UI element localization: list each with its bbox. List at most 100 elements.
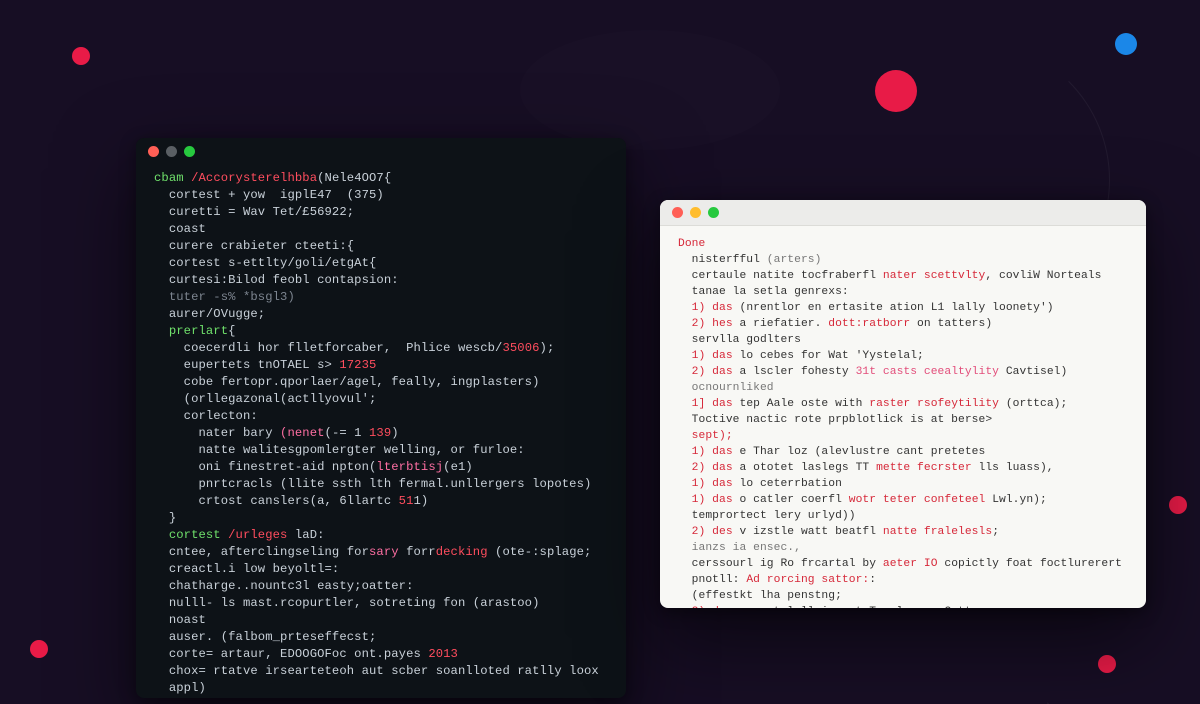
editor-body: cbam /Accorysterelhbba(Nele4OO7{ cortest…: [136, 164, 626, 698]
code-line: 1) das lo ceterrbation: [678, 476, 1130, 492]
code-token: Ad rorcing sattor:: [746, 574, 869, 586]
code-token: cbam: [154, 171, 191, 185]
code-token: cobe fertopr.qporlaer/agel, feally, ingp…: [184, 375, 540, 389]
code-line: curere crabieter cteeti:{: [154, 238, 608, 255]
code-token: 139: [369, 426, 391, 440]
code-token: (effestkt lha penstng;: [692, 590, 842, 602]
code-token: cortest + yow igplE47 (375): [169, 188, 384, 202]
code-token: curetti = Wav Tet/£56922;: [169, 205, 354, 219]
code-token: lo cebes for Wat 'Yystelal;: [739, 350, 923, 362]
decorative-dot: [72, 47, 90, 65]
code-token: (e1): [443, 460, 473, 474]
code-token: (-= 1: [325, 426, 369, 440]
code-token: 1) das: [692, 478, 740, 490]
code-token: 2) das: [692, 606, 740, 608]
code-token: a ototet laslegs TT: [739, 462, 876, 474]
terminal-window: Done nisterfful (arters) certaule natite…: [660, 200, 1146, 608]
code-token: ;: [992, 526, 999, 538]
code-line: 2) das a lscler fohesty 31t casts ceealt…: [678, 364, 1130, 380]
code-token: a rnetclallvi waat Tercleprr: Cotter: [739, 606, 985, 608]
decorative-dot: [1115, 33, 1137, 55]
code-token: tep Aale oste with: [739, 398, 869, 410]
code-line: temprortect lery urlyd)): [678, 508, 1130, 524]
code-token: e Thar loz (alevlustre cant pretetes: [739, 446, 985, 458]
code-line: cobe fertopr.qporlaer/agel, feally, ingp…: [154, 374, 608, 391]
code-line: 1) das (nrentlor en ertasite ation L1 la…: [678, 300, 1130, 316]
code-token: 31t casts ceealtylity: [856, 366, 999, 378]
code-token: 2) das: [692, 366, 740, 378]
code-token: (arters): [767, 254, 822, 266]
code-token: 35006: [502, 341, 539, 355]
code-token: nisterfful: [692, 254, 767, 266]
code-line: Toctive nactic rote prpblotlick is at be…: [678, 412, 1130, 428]
decorative-dot: [30, 640, 48, 658]
code-line: chox= rtatve irsearteteoh aut scber soan…: [154, 663, 608, 680]
code-token: (Nele4OO7{: [317, 171, 391, 185]
code-token: cortest: [169, 528, 228, 542]
code-token: appl): [169, 681, 206, 695]
code-line: 2) hes a riefatier. dott:ratborr on tatt…: [678, 316, 1130, 332]
code-token: 51: [399, 494, 414, 508]
code-line: creactl.i low beyoltl=:: [154, 561, 608, 578]
code-token: pnotll:: [692, 574, 747, 586]
code-token: laD:: [287, 528, 324, 542]
code-token: corte= artaur, EDOOGOFoc ont.payes: [169, 647, 428, 661]
code-token: creactl.i low beyoltl=:: [169, 562, 340, 576]
code-line: curetti = Wav Tet/£56922;: [154, 204, 608, 221]
code-token: 2) des: [692, 526, 740, 538]
code-token: coast: [169, 222, 206, 236]
code-line: nisterfful (arters): [678, 252, 1130, 268]
close-icon[interactable]: [672, 207, 683, 218]
code-line: tanae la setla genrexs:: [678, 284, 1130, 300]
code-token: cerssourl ig Ro frcartal by: [692, 558, 883, 570]
code-line: pnotll: Ad rorcing sattor::: [678, 572, 1130, 588]
code-token: aeter IO: [883, 558, 938, 570]
code-token: coecerdli hor flletforcaber, Phlice wesc…: [184, 341, 503, 355]
code-token: crtost canslers(a, 6llartc: [198, 494, 398, 508]
code-line: coast: [154, 221, 608, 238]
maximize-icon[interactable]: [184, 146, 195, 157]
code-line: 1) das o catler coerfl wotr teter confet…: [678, 492, 1130, 508]
code-token: (ote-:splage;: [488, 545, 592, 559]
code-token: auser. (falbom_prteseffecst;: [169, 630, 377, 644]
code-token: ): [391, 426, 398, 440]
code-token: lterbtisj: [376, 460, 443, 474]
code-token: (nrentlor en ertasite ation L1 lally loo…: [739, 302, 1053, 314]
code-line: 1] das tep Aale oste with raster rsofeyt…: [678, 396, 1130, 412]
close-icon[interactable]: [148, 146, 159, 157]
minimize-icon[interactable]: [690, 207, 701, 218]
code-token: wotr teter confeteel: [849, 494, 986, 506]
code-token: certaule natite tocfraberfl: [692, 270, 883, 282]
editor-titlebar: [136, 138, 626, 164]
code-token: corlecton:: [184, 409, 258, 423]
code-token: a lscler fohesty: [739, 366, 855, 378]
code-line: curtesi:Bilod feobl contapsion:: [154, 272, 608, 289]
decorative-dot: [875, 70, 917, 112]
code-token: ocnournliked: [692, 382, 774, 394]
code-line: servlla godlters: [678, 332, 1130, 348]
code-token: (orttca);: [999, 398, 1067, 410]
code-token: /Accorysterelhbba: [191, 171, 317, 185]
code-token: noast: [169, 613, 206, 627]
code-token: natte walitesgpomlergter welling, or fur…: [198, 443, 524, 457]
code-token: raster rsofeytility: [869, 398, 999, 410]
code-token: o catler coerfl: [739, 494, 848, 506]
minimize-icon[interactable]: [166, 146, 177, 157]
code-token: 1) das: [692, 494, 740, 506]
code-token: mette fecrster: [876, 462, 972, 474]
code-token: nulll- ls mast.rcopurtler, sotreting fon…: [169, 596, 540, 610]
code-line: corte= artaur, EDOOGOFoc ont.payes 2013: [154, 646, 608, 663]
code-token: lo ceterrbation: [739, 478, 841, 490]
code-line: eupertets tnOTAEL s> 17235: [154, 357, 608, 374]
code-token: prerlart: [169, 324, 228, 338]
code-line: cortest /urleges laD:: [154, 527, 608, 544]
code-line: chatharge..nountc3l easty;oatter:: [154, 578, 608, 595]
decorative-dot: [1169, 496, 1187, 514]
code-token: nater bary: [198, 426, 280, 440]
code-line: tuter -s% *bsgl3): [154, 289, 608, 306]
code-line: cortest s-ettlty/goli/etgAt{: [154, 255, 608, 272]
code-line: oni finestret-aid npton(lterbtisj(e1): [154, 459, 608, 476]
maximize-icon[interactable]: [708, 207, 719, 218]
code-line: cbam /Accorysterelhbba(Nele4OO7{: [154, 170, 608, 187]
code-token: Cavtisel): [999, 366, 1067, 378]
